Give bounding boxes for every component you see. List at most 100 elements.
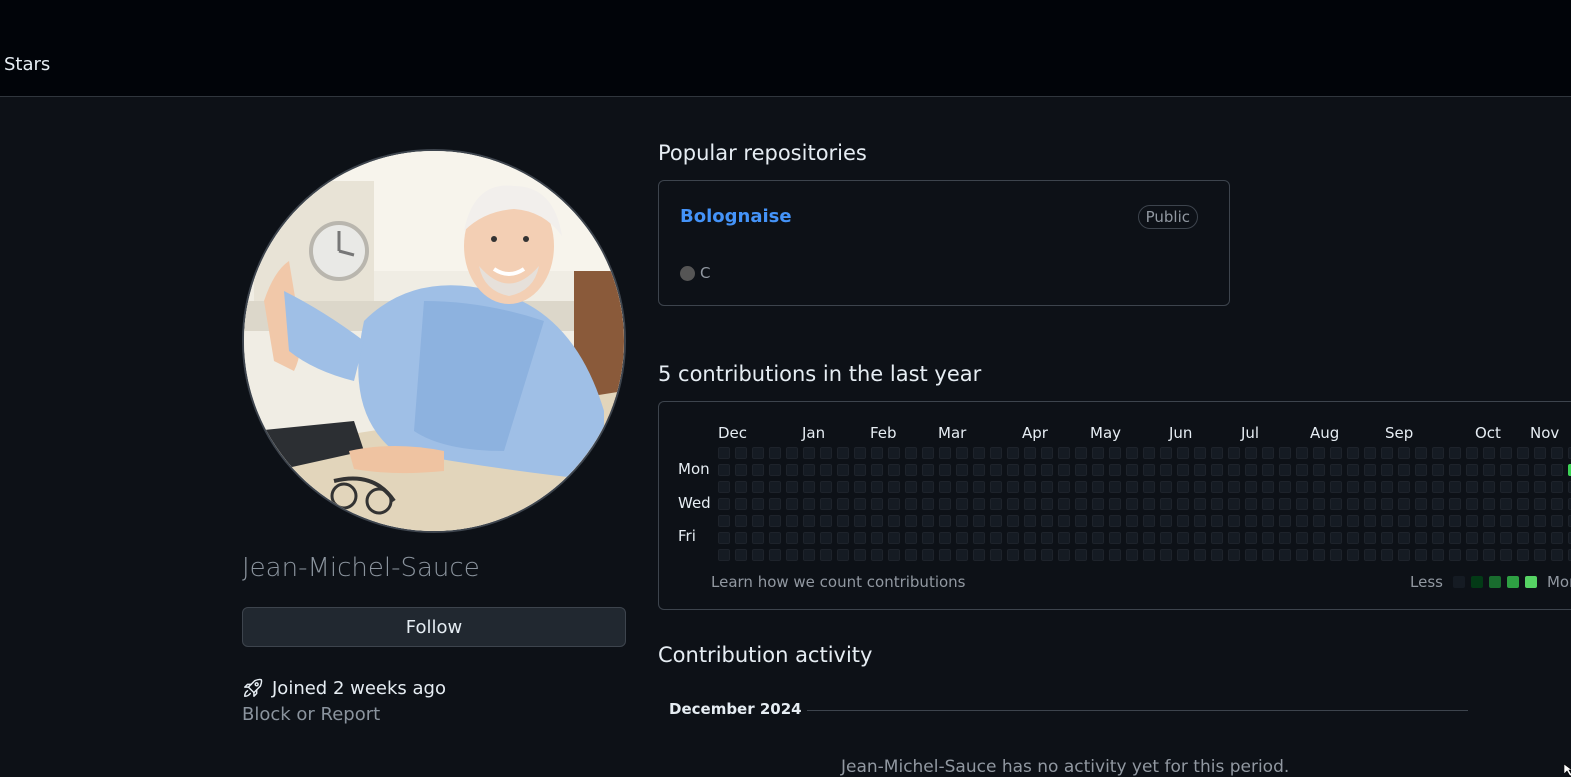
contribution-day-cell[interactable] [786,447,798,459]
contribution-day-cell[interactable] [1279,464,1291,476]
contribution-day-cell[interactable] [1432,498,1444,510]
contribution-day-cell[interactable] [990,549,1002,561]
contribution-day-cell[interactable] [888,498,900,510]
contribution-day-cell[interactable] [769,464,781,476]
contribution-day-cell[interactable] [1126,464,1138,476]
contribution-day-cell[interactable] [854,515,866,527]
repo-name-link[interactable]: Bolognaise [680,206,792,227]
contribution-day-cell[interactable] [786,481,798,493]
contribution-day-cell[interactable] [956,549,968,561]
contribution-day-cell[interactable] [1466,549,1478,561]
contribution-day-cell[interactable] [1228,532,1240,544]
contribution-day-cell[interactable] [786,464,798,476]
contribution-day-cell[interactable] [1177,464,1189,476]
contribution-day-cell[interactable] [1041,549,1053,561]
contribution-day-cell[interactable] [1364,549,1376,561]
contribution-day-cell[interactable] [735,481,747,493]
contribution-day-cell[interactable] [1211,549,1223,561]
contribution-day-cell[interactable] [1024,515,1036,527]
contribution-day-cell[interactable] [1177,532,1189,544]
contribution-day-cell[interactable] [1092,498,1104,510]
contribution-day-cell[interactable] [1075,515,1087,527]
contribution-day-cell[interactable] [1160,532,1172,544]
contribution-day-cell[interactable] [1007,549,1019,561]
contribution-day-cell[interactable] [837,498,849,510]
contribution-day-cell[interactable] [1330,498,1342,510]
contribution-day-cell[interactable] [718,515,730,527]
contribution-day-cell[interactable] [1058,532,1070,544]
contribution-day-cell[interactable] [888,549,900,561]
contribution-day-cell[interactable] [1500,515,1512,527]
contribution-day-cell[interactable] [1024,549,1036,561]
contribution-day-cell[interactable] [1109,515,1121,527]
contribution-day-cell[interactable] [1466,481,1478,493]
contribution-day-cell[interactable] [1024,498,1036,510]
avatar[interactable] [242,149,626,533]
contribution-day-cell[interactable] [956,515,968,527]
contribution-day-cell[interactable] [769,549,781,561]
contribution-day-cell[interactable] [905,515,917,527]
contribution-day-cell[interactable] [1041,447,1053,459]
contribution-day-cell[interactable] [1007,447,1019,459]
contribution-day-cell[interactable] [939,532,951,544]
contribution-day-cell[interactable] [1058,549,1070,561]
contribution-day-cell[interactable] [1415,481,1427,493]
contribution-day-cell[interactable] [871,515,883,527]
contribution-day-cell[interactable] [752,498,764,510]
contribution-day-cell[interactable] [1449,515,1461,527]
contribution-day-cell[interactable] [990,498,1002,510]
contribution-day-cell[interactable] [1534,549,1546,561]
contribution-day-cell[interactable] [1194,549,1206,561]
contribution-day-cell[interactable] [1381,549,1393,561]
contribution-day-cell[interactable] [1347,549,1359,561]
contribution-day-cell[interactable] [752,549,764,561]
contribution-day-cell[interactable] [1330,464,1342,476]
contribution-day-cell[interactable] [922,532,934,544]
contribution-day-cell[interactable] [820,447,832,459]
contribution-day-cell[interactable] [1058,447,1070,459]
contribution-day-cell[interactable] [1296,515,1308,527]
contribution-day-cell[interactable] [752,464,764,476]
contribution-day-cell[interactable] [871,498,883,510]
contribution-day-cell[interactable] [871,464,883,476]
contribution-day-cell[interactable] [956,498,968,510]
contribution-day-cell[interactable] [1432,515,1444,527]
contribution-day-cell[interactable] [1415,515,1427,527]
contribution-day-cell[interactable] [1517,481,1529,493]
contribution-day-cell[interactable] [1483,464,1495,476]
contribution-day-cell[interactable] [871,447,883,459]
contribution-day-cell[interactable] [1228,515,1240,527]
contribution-day-cell[interactable] [990,481,1002,493]
contribution-day-cell[interactable] [1347,447,1359,459]
contribution-day-cell[interactable] [1262,549,1274,561]
contribution-day-cell[interactable] [854,498,866,510]
contribution-day-cell[interactable] [752,532,764,544]
contribution-day-cell[interactable] [1347,498,1359,510]
contribution-day-cell[interactable] [1160,498,1172,510]
contribution-day-cell[interactable] [905,498,917,510]
contribution-day-cell[interactable] [1500,481,1512,493]
contribution-day-cell[interactable] [939,481,951,493]
contribution-day-cell[interactable] [718,498,730,510]
contribution-day-cell[interactable] [752,447,764,459]
contribution-day-cell[interactable] [1330,549,1342,561]
contribution-day-cell[interactable] [820,532,832,544]
contribution-day-cell[interactable] [1143,515,1155,527]
contribution-day-cell[interactable] [1024,481,1036,493]
contribution-day-cell[interactable] [1177,481,1189,493]
contribution-day-cell[interactable] [1483,447,1495,459]
contribution-day-cell[interactable] [1024,532,1036,544]
contribution-day-cell[interactable] [1551,447,1563,459]
contribution-day-cell[interactable] [1160,464,1172,476]
contribution-day-cell[interactable] [1381,464,1393,476]
contribution-day-cell[interactable] [1228,498,1240,510]
contribution-day-cell[interactable] [1177,498,1189,510]
contribution-day-cell[interactable] [1398,464,1410,476]
contribution-day-cell[interactable] [922,515,934,527]
contribution-day-cell[interactable] [854,481,866,493]
contribution-day-cell[interactable] [1228,464,1240,476]
contribution-day-cell[interactable] [990,532,1002,544]
contribution-day-cell[interactable] [1398,498,1410,510]
contribution-day-cell[interactable] [1075,532,1087,544]
contribution-day-cell[interactable] [1381,498,1393,510]
